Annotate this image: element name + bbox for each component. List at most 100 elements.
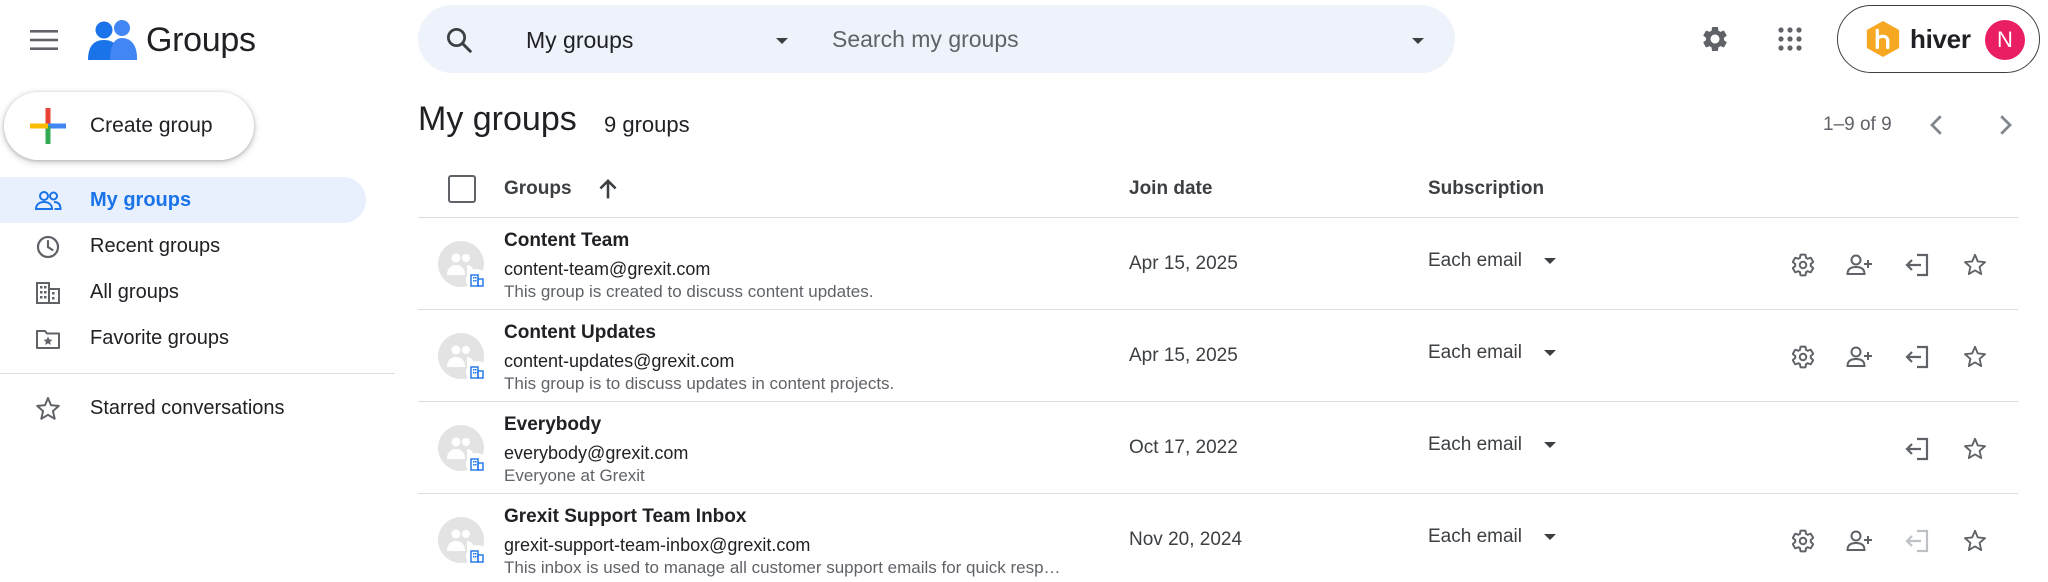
building-icon bbox=[36, 282, 60, 304]
table-header: Groups Join date Subscription bbox=[418, 160, 2018, 218]
search-options-dropdown-icon[interactable] bbox=[1406, 29, 1430, 53]
exit-icon bbox=[1905, 253, 1929, 277]
star-outline-icon bbox=[1964, 529, 1986, 552]
sidebar-divider bbox=[0, 373, 395, 374]
chevron-right-icon[interactable] bbox=[1990, 110, 2020, 140]
apps-launcher-button[interactable] bbox=[1768, 17, 1812, 61]
page-title: My groups bbox=[418, 100, 577, 138]
leave-group-button[interactable] bbox=[1900, 248, 1934, 282]
subscription-dropdown[interactable]: Each email bbox=[1428, 243, 1562, 279]
gear-icon bbox=[1791, 529, 1815, 553]
user-avatar[interactable]: N bbox=[1985, 20, 2025, 60]
search-icon[interactable] bbox=[444, 25, 474, 55]
group-avatar bbox=[438, 333, 488, 383]
join-date: Oct 17, 2022 bbox=[1129, 437, 1238, 458]
search-input[interactable] bbox=[832, 17, 1372, 61]
organization-badge bbox=[466, 361, 488, 383]
gear-icon bbox=[1791, 345, 1815, 369]
sidebar-item-label: Recent groups bbox=[90, 235, 221, 257]
organization-badge bbox=[466, 453, 488, 475]
hiver-logo-icon bbox=[1866, 20, 1900, 58]
sidebar-item-label: My groups bbox=[90, 189, 192, 211]
chevron-left-icon[interactable] bbox=[1922, 110, 1952, 140]
sidebar-item-label: All groups bbox=[90, 281, 179, 303]
organization-badge bbox=[466, 545, 488, 567]
group-description: Everyone at Grexit bbox=[504, 466, 645, 485]
chevron-down-icon bbox=[1544, 442, 1556, 448]
grid-apps-icon bbox=[1778, 27, 1802, 51]
join-date: Nov 20, 2024 bbox=[1129, 529, 1243, 550]
group-avatar bbox=[438, 517, 488, 567]
group-avatar bbox=[438, 425, 488, 475]
pagination-range: 1–9 of 9 bbox=[1823, 114, 1892, 135]
table-row[interactable]: Grexit Support Team Inbox grexit-support… bbox=[418, 495, 2018, 582]
group-email: content-updates@grexit.com bbox=[504, 351, 735, 371]
column-header-join-date[interactable]: Join date bbox=[1129, 178, 1212, 200]
favorite-group-button[interactable] bbox=[1958, 248, 1992, 282]
subscription-value: Each email bbox=[1428, 342, 1522, 363]
star-outline-icon bbox=[1964, 345, 1986, 368]
building-badge-icon bbox=[470, 550, 484, 563]
app-logo[interactable]: Groups bbox=[88, 18, 256, 62]
table-row[interactable]: Content Team content-team@grexit.com Thi… bbox=[418, 219, 2018, 310]
table-row[interactable]: Everybody everybody@grexit.com Everyone … bbox=[418, 403, 2018, 494]
settings-button[interactable] bbox=[1693, 17, 1737, 61]
column-header-groups[interactable]: Groups bbox=[504, 178, 572, 200]
chevron-down-icon bbox=[1544, 534, 1556, 540]
add-members-button[interactable] bbox=[1843, 524, 1877, 558]
subscription-dropdown[interactable]: Each email bbox=[1428, 335, 1562, 371]
group-settings-button[interactable] bbox=[1786, 248, 1820, 282]
star-outline-icon bbox=[36, 397, 60, 420]
chevron-down-icon bbox=[1544, 258, 1556, 264]
arrow-up-icon[interactable] bbox=[594, 175, 622, 203]
search-bar: My groups bbox=[418, 5, 1455, 73]
group-avatar bbox=[438, 241, 488, 291]
building-badge-icon bbox=[470, 458, 484, 471]
person-add-icon bbox=[1846, 254, 1872, 275]
group-name[interactable]: Content Team bbox=[504, 230, 629, 252]
app-name: Groups bbox=[146, 20, 256, 59]
favorite-group-button[interactable] bbox=[1958, 340, 1992, 374]
building-badge-icon bbox=[470, 274, 484, 287]
sidebar-item-my-groups[interactable]: My groups bbox=[0, 177, 366, 223]
account-brand-label: hiver bbox=[1910, 23, 1971, 54]
group-name[interactable]: Everybody bbox=[504, 414, 601, 436]
leave-group-button[interactable] bbox=[1900, 524, 1934, 558]
person-add-icon bbox=[1846, 530, 1872, 551]
sidebar-item-favorite-groups[interactable]: Favorite groups bbox=[0, 315, 366, 361]
group-settings-button[interactable] bbox=[1786, 524, 1820, 558]
exit-icon bbox=[1905, 529, 1929, 553]
sidebar-item-label: Favorite groups bbox=[90, 327, 229, 349]
select-all-checkbox[interactable] bbox=[448, 175, 476, 203]
add-members-button[interactable] bbox=[1843, 248, 1877, 282]
exit-icon bbox=[1905, 345, 1929, 369]
leave-group-button[interactable] bbox=[1900, 432, 1934, 466]
account-chip[interactable]: hiver N bbox=[1837, 5, 2040, 73]
subscription-value: Each email bbox=[1428, 250, 1522, 271]
leave-group-button[interactable] bbox=[1900, 340, 1934, 374]
table-row[interactable]: Content Updates content-updates@grexit.c… bbox=[418, 311, 2018, 402]
join-date: Apr 15, 2025 bbox=[1129, 345, 1238, 366]
subscription-dropdown[interactable]: Each email bbox=[1428, 427, 1562, 463]
create-group-button[interactable]: Create group bbox=[4, 92, 254, 160]
group-email: everybody@grexit.com bbox=[504, 443, 689, 463]
column-header-subscription: Subscription bbox=[1428, 178, 1545, 199]
subscription-dropdown[interactable]: Each email bbox=[1428, 519, 1562, 555]
search-scope-select[interactable]: My groups bbox=[526, 27, 633, 54]
group-settings-button[interactable] bbox=[1786, 340, 1820, 374]
group-description: This group is to discuss updates in cont… bbox=[504, 374, 895, 393]
chevron-down-icon[interactable] bbox=[770, 29, 794, 53]
gear-icon bbox=[1791, 253, 1815, 277]
favorite-group-button[interactable] bbox=[1958, 524, 1992, 558]
group-count: 9 groups bbox=[604, 112, 690, 137]
group-name[interactable]: Grexit Support Team Inbox bbox=[504, 506, 746, 528]
group-name[interactable]: Content Updates bbox=[504, 322, 656, 344]
sidebar-item-all-groups[interactable]: All groups bbox=[0, 269, 366, 315]
organization-badge bbox=[466, 269, 488, 291]
favorite-group-button[interactable] bbox=[1958, 432, 1992, 466]
main-menu-button[interactable] bbox=[24, 20, 64, 60]
add-members-button[interactable] bbox=[1843, 340, 1877, 374]
sidebar-item-recent-groups[interactable]: Recent groups bbox=[0, 223, 366, 269]
sidebar-item-starred-conversations[interactable]: Starred conversations bbox=[0, 385, 366, 431]
create-group-label: Create group bbox=[90, 114, 213, 137]
